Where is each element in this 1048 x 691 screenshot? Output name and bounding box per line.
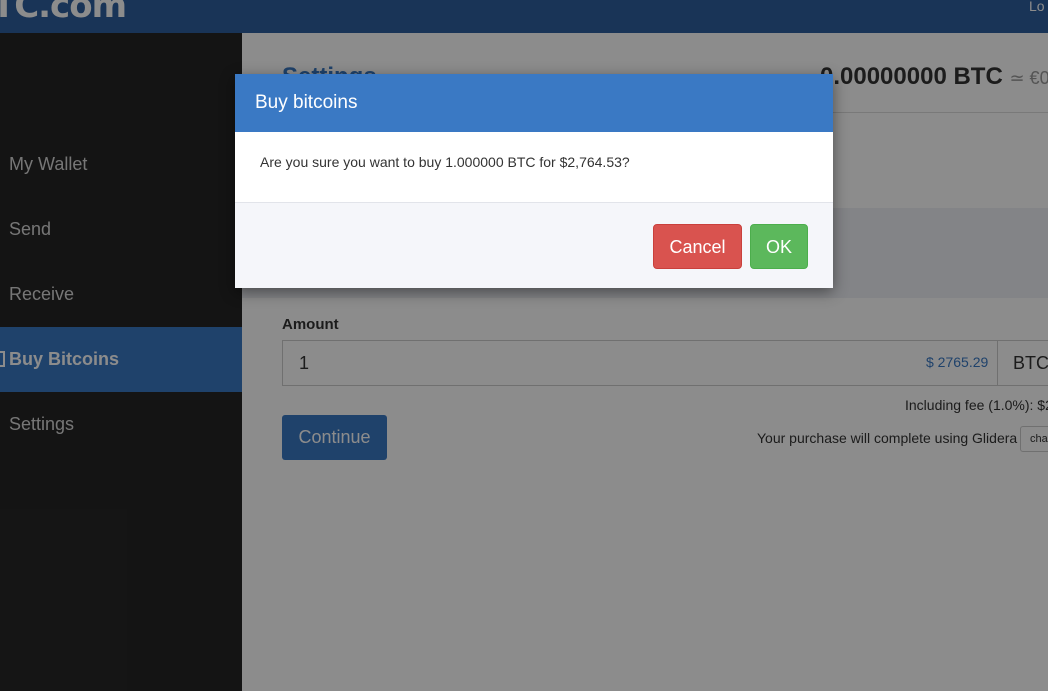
ok-button[interactable]: OK — [750, 224, 808, 269]
dialog-message: Are you sure you want to buy 1.000000 BT… — [260, 154, 630, 170]
buy-confirm-dialog: Buy bitcoins Are you sure you want to bu… — [235, 74, 833, 288]
dialog-footer: Cancel OK — [235, 202, 833, 288]
dialog-title: Buy bitcoins — [235, 74, 833, 132]
cancel-button[interactable]: Cancel — [653, 224, 742, 269]
